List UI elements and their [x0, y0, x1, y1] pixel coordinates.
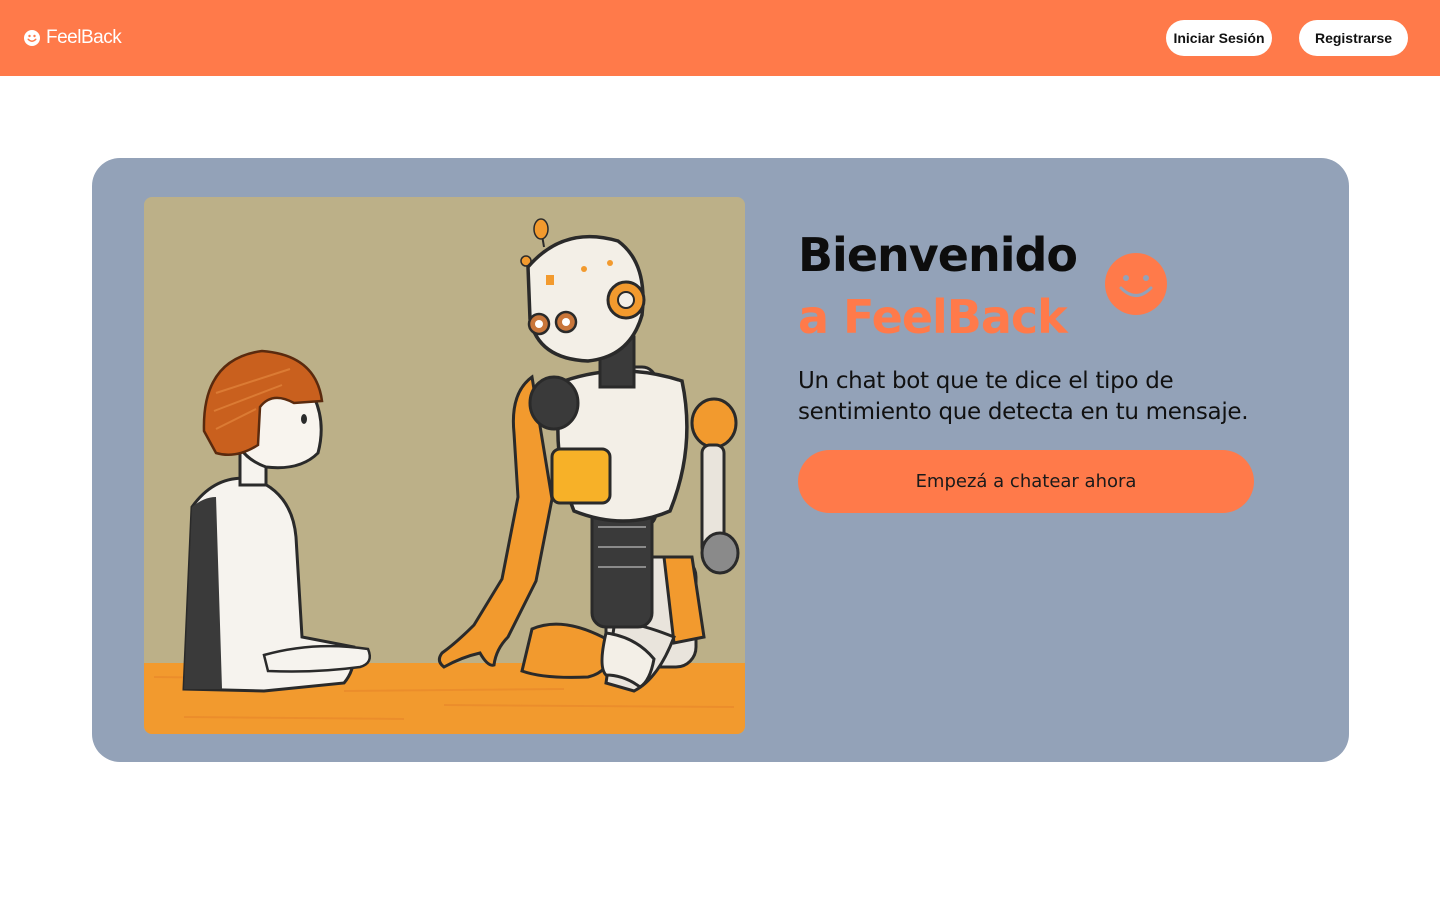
register-button[interactable]: Registrarse [1299, 20, 1408, 56]
boy-and-robot-illustration [144, 197, 745, 734]
start-chat-button[interactable]: Empezá a chatear ahora [798, 450, 1254, 513]
top-navbar: FeelBack Iniciar Sesión Registrarse [0, 0, 1440, 76]
hero-card: Bienvenido a FeelBack Un chat bot que te… [92, 158, 1349, 762]
brand-name: FeelBack [46, 27, 122, 48]
login-button[interactable]: Iniciar Sesión [1166, 20, 1272, 56]
smiley-icon [24, 30, 40, 46]
smiley-icon [1105, 253, 1167, 315]
brand-logo-link[interactable]: FeelBack [24, 26, 122, 50]
hero-subtitle: Un chat bot que te dice el tipo de senti… [798, 368, 1249, 425]
